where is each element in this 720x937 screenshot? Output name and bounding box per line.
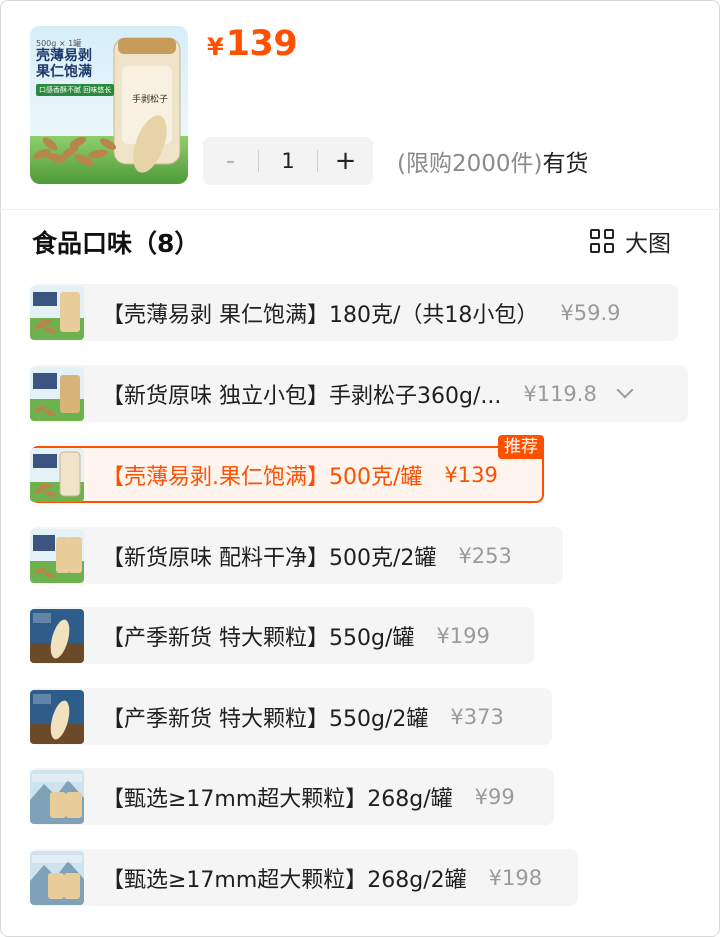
grid-icon — [590, 229, 614, 253]
option-price: ¥199 — [436, 623, 490, 648]
recommend-badge: 推荐 — [498, 435, 544, 459]
option-thumbnail — [30, 850, 84, 905]
quantity-stepper: - 1 + — [203, 137, 373, 185]
bigview-toggle[interactable]: 大图 — [590, 224, 671, 258]
section-title: 食品口味（8） — [32, 229, 200, 258]
option-label: 【产季新货 特大颗粒】550g/罐 — [102, 625, 415, 651]
option-label: 【壳薄易剥 果仁饱满】180克/（共18小包） — [102, 302, 539, 328]
increase-button[interactable]: + — [318, 137, 373, 185]
product-image[interactable]: 500g × 1罐 壳薄易剥 果仁饱满 口感香酥不腻 回味悠长 手剥松子 — [30, 26, 188, 184]
option-thumbnail — [30, 528, 84, 583]
option-item[interactable]: 【新货原味 独立小包】手剥松子360g/... ¥119.8 — [30, 365, 688, 422]
option-thumbnail — [30, 366, 84, 421]
option-item[interactable]: 【新货原味 配料干净】500克/2罐 ¥253 — [30, 527, 563, 584]
option-price: ¥119.8 — [523, 381, 597, 406]
price-value: 139 — [225, 24, 298, 64]
option-thumbnail — [30, 285, 84, 340]
thumb-subline: 口感香酥不腻 回味悠长 — [36, 84, 115, 96]
option-thumbnail — [30, 447, 84, 502]
stock-info: (限购2000件)有货 — [397, 144, 588, 178]
option-item[interactable]: 【壳薄易剥 果仁饱满】180克/（共18小包） ¥59.9 — [30, 284, 678, 341]
option-item[interactable]: 【甄选≥17mm超大颗粒】268g/罐 ¥99 — [30, 768, 554, 825]
option-item-selected[interactable]: 【壳薄易剥.果仁饱满】500克/罐 ¥139 推荐 — [30, 435, 544, 503]
option-thumbnail — [30, 689, 84, 744]
option-price: ¥139 — [444, 462, 498, 487]
product-price: ¥ 139 — [207, 24, 298, 64]
chevron-down-icon[interactable] — [616, 381, 634, 398]
option-price: ¥373 — [450, 704, 504, 729]
thumb-jar-label: 手剥松子 — [132, 95, 169, 105]
option-price: ¥59.9 — [560, 300, 621, 325]
purchase-limit: (限购2000件) — [397, 151, 543, 177]
option-label: 【壳薄易剥.果仁饱满】500克/罐 — [102, 464, 423, 490]
option-label: 【新货原味 配料干净】500克/2罐 — [102, 545, 437, 571]
quantity-value[interactable]: 1 — [259, 149, 317, 173]
option-item[interactable]: 【甄选≥17mm超大颗粒】268g/2罐 ¥198 — [30, 849, 578, 906]
option-label: 【新货原味 独立小包】手剥松子360g/... — [102, 383, 502, 409]
option-label: 【甄选≥17mm超大颗粒】268g/2罐 — [102, 867, 467, 893]
option-price: ¥99 — [474, 784, 515, 809]
thumb-headline: 壳薄易剥 果仁饱满 — [36, 48, 92, 80]
option-thumbnail — [30, 608, 84, 663]
stock-status: 有货 — [542, 151, 589, 177]
option-item[interactable]: 【产季新货 特大颗粒】550g/罐 ¥199 — [30, 607, 534, 664]
header-divider — [0, 209, 720, 210]
currency-symbol: ¥ — [207, 33, 224, 61]
option-label: 【甄选≥17mm超大颗粒】268g/罐 — [102, 786, 453, 812]
option-price: ¥253 — [458, 543, 512, 568]
option-label: 【产季新货 特大颗粒】550g/2罐 — [102, 706, 429, 732]
option-item[interactable]: 【产季新货 特大颗粒】550g/2罐 ¥373 — [30, 688, 552, 745]
decrease-button[interactable]: - — [203, 137, 258, 185]
bigview-label: 大图 — [625, 231, 671, 257]
option-price: ¥198 — [488, 865, 543, 890]
option-thumbnail — [30, 769, 84, 824]
